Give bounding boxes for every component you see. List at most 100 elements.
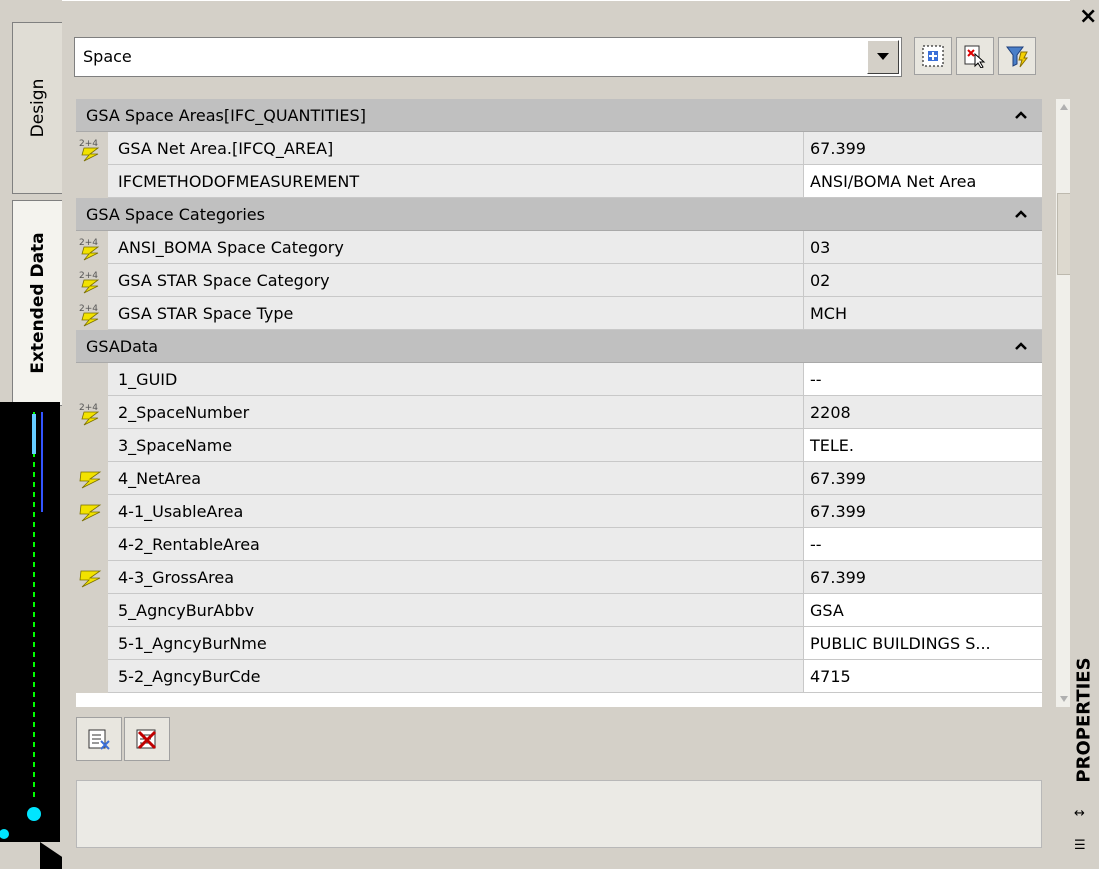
property-name: GSA Net Area.[IFCQ_AREA] xyxy=(118,139,334,158)
row-gutter xyxy=(76,660,108,693)
property-name: 1_GUID xyxy=(118,370,178,389)
property-value-cell: 02 xyxy=(804,264,1042,297)
property-value: -- xyxy=(810,370,822,389)
property-row[interactable]: 4-3_GrossArea 67.399 xyxy=(76,561,1042,594)
property-value-cell[interactable]: TELE. xyxy=(804,429,1042,462)
quick-select-icon xyxy=(964,45,986,68)
property-value-cell[interactable]: GSA xyxy=(804,594,1042,627)
dropdown-arrow-button[interactable] xyxy=(867,40,899,74)
property-row[interactable]: 3_SpaceName TELE. xyxy=(76,429,1042,462)
property-name-cell: 4-2_RentableArea xyxy=(108,528,804,561)
property-name: 4-1_UsableArea xyxy=(118,502,244,521)
property-name-cell: 1_GUID xyxy=(108,363,804,396)
property-value: 02 xyxy=(810,271,831,290)
quick-select-button[interactable] xyxy=(956,37,994,75)
drawing-canvas-edge xyxy=(0,402,60,842)
property-value: PUBLIC BUILDINGS S... xyxy=(810,634,991,653)
palette-title-bar: × PROPERTIES ↔ ☰ xyxy=(1070,0,1099,869)
property-name: GSA STAR Space Type xyxy=(118,304,294,323)
property-name: IFCMETHODOFMEASUREMENT xyxy=(118,172,360,191)
property-value: 67.399 xyxy=(810,502,866,521)
property-name-cell: 3_SpaceName xyxy=(108,429,804,462)
row-gutter: 2+4 xyxy=(76,231,108,264)
property-value-cell[interactable]: -- xyxy=(804,528,1042,561)
resize-arrows-icon[interactable]: ↔ xyxy=(1074,806,1085,821)
property-name-cell: GSA Net Area.[IFCQ_AREA] xyxy=(108,132,804,165)
property-row[interactable]: 5-1_AgncyBurNme PUBLIC BUILDINGS S... xyxy=(76,627,1042,660)
select-objects-button[interactable] xyxy=(914,37,952,75)
svg-text:2+4: 2+4 xyxy=(79,238,98,248)
formula-lightning-icon: 2+4 xyxy=(78,301,104,331)
row-gutter: 2+4 xyxy=(76,132,108,165)
svg-text:2+4: 2+4 xyxy=(79,271,98,281)
row-gutter xyxy=(76,165,108,198)
row-gutter xyxy=(76,528,108,561)
tab-design[interactable]: Design xyxy=(12,22,62,194)
filter-button[interactable] xyxy=(998,37,1036,75)
property-row[interactable]: 2+4 GSA STAR Space Category 02 xyxy=(76,264,1042,297)
property-name-cell: 5-2_AgncyBurCde xyxy=(108,660,804,693)
property-name-cell: 5_AgncyBurAbbv xyxy=(108,594,804,627)
property-value: GSA xyxy=(810,601,844,620)
category-label: GSA Space Areas[IFC_QUANTITIES] xyxy=(86,106,366,125)
formula-lightning-icon: 2+4 xyxy=(78,400,104,430)
property-name: 5-2_AgncyBurCde xyxy=(118,667,261,686)
row-gutter xyxy=(76,495,108,528)
property-value: 67.399 xyxy=(810,139,866,158)
property-name-cell: GSA STAR Space Category xyxy=(108,264,804,297)
property-row[interactable]: 4-1_UsableArea 67.399 xyxy=(76,495,1042,528)
property-row[interactable]: 2+4 GSA Net Area.[IFCQ_AREA] 67.399 xyxy=(76,132,1042,165)
property-value-cell[interactable]: PUBLIC BUILDINGS S... xyxy=(804,627,1042,660)
style-select[interactable]: Space xyxy=(74,37,902,77)
svg-text:2+4: 2+4 xyxy=(79,403,98,413)
tab-extended-data-label: Extended Data xyxy=(27,232,48,374)
edit-property-sets-button[interactable] xyxy=(76,717,122,761)
property-value: MCH xyxy=(810,304,848,323)
property-row[interactable]: 2+4 2_SpaceNumber 2208 xyxy=(76,396,1042,429)
palette-menu-icon[interactable]: ☰ xyxy=(1074,838,1086,853)
row-gutter xyxy=(76,561,108,594)
property-value: 2208 xyxy=(810,403,851,422)
edit-properties-icon xyxy=(88,729,110,750)
property-name-cell: 4_NetArea xyxy=(108,462,804,495)
property-value-cell[interactable]: 4715 xyxy=(804,660,1042,693)
row-gutter xyxy=(76,594,108,627)
property-name: 4_NetArea xyxy=(118,469,202,488)
collapse-chevron-icon[interactable] xyxy=(1014,204,1028,228)
property-value-cell[interactable]: ANSI/BOMA Net Area xyxy=(804,165,1042,198)
scrollbar-thumb[interactable] xyxy=(1057,193,1071,275)
formula-lightning-icon: 2+4 xyxy=(78,235,104,265)
close-icon[interactable]: × xyxy=(1079,4,1097,29)
lightning-icon xyxy=(78,499,104,529)
category-header[interactable]: GSA Space Categories xyxy=(76,198,1042,231)
category-header[interactable]: GSAData xyxy=(76,330,1042,363)
property-name-cell: 4-1_UsableArea xyxy=(108,495,804,528)
property-row[interactable]: IFCMETHODOFMEASUREMENT ANSI/BOMA Net Area xyxy=(76,165,1042,198)
property-name-cell: IFCMETHODOFMEASUREMENT xyxy=(108,165,804,198)
remove-property-sets-button[interactable] xyxy=(124,717,170,761)
property-value-cell: 03 xyxy=(804,231,1042,264)
property-row[interactable]: 2+4 ANSI_BOMA Space Category 03 xyxy=(76,231,1042,264)
property-row[interactable]: 4-2_RentableArea -- xyxy=(76,528,1042,561)
property-value-cell[interactable]: -- xyxy=(804,363,1042,396)
property-name-cell: 4-3_GrossArea xyxy=(108,561,804,594)
property-grid[interactable]: GSA Space Areas[IFC_QUANTITIES] 2+4 GSA Ne… xyxy=(76,99,1042,707)
property-name: 5_AgncyBurAbbv xyxy=(118,601,255,620)
row-gutter xyxy=(76,363,108,396)
property-value: 67.399 xyxy=(810,568,866,587)
property-value: 4715 xyxy=(810,667,851,686)
property-row[interactable]: 1_GUID -- xyxy=(76,363,1042,396)
tab-extended-data[interactable]: Extended Data xyxy=(12,200,62,406)
property-row[interactable]: 5_AgncyBurAbbv GSA xyxy=(76,594,1042,627)
category-header[interactable]: GSA Space Areas[IFC_QUANTITIES] xyxy=(76,99,1042,132)
extended-data-panel: Space GSA Space Areas[IFC_QUANTITIES] 2+… xyxy=(62,0,1072,869)
collapse-chevron-icon[interactable] xyxy=(1014,336,1028,360)
collapse-chevron-icon[interactable] xyxy=(1014,105,1028,129)
property-row[interactable]: 5-2_AgncyBurCde 4715 xyxy=(76,660,1042,693)
property-name: ANSI_BOMA Space Category xyxy=(118,238,344,257)
lightning-icon xyxy=(78,466,104,496)
property-row[interactable]: 2+4 GSA STAR Space Type MCH xyxy=(76,297,1042,330)
property-row[interactable]: 4_NetArea 67.399 xyxy=(76,462,1042,495)
property-value-cell: 2208 xyxy=(804,396,1042,429)
property-value-cell: MCH xyxy=(804,297,1042,330)
